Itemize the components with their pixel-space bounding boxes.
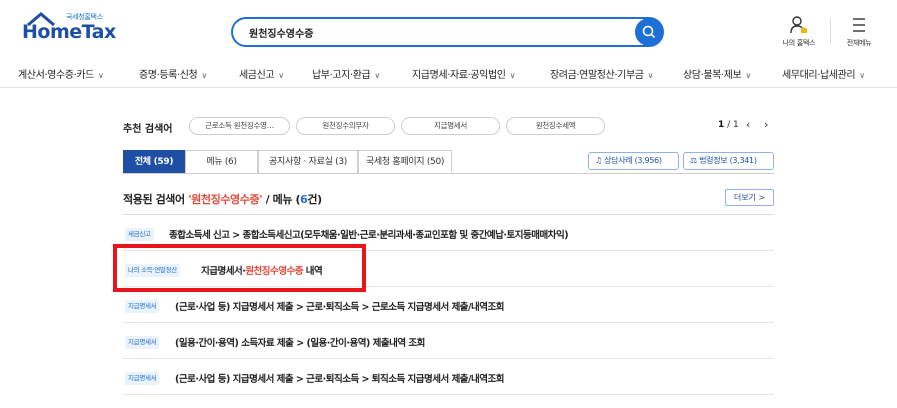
result-item[interactable]: 지급명세서 (근로·사업 등) 지급명세서 제출 > 근로·퇴직소득 > 퇴직소… xyxy=(123,359,774,395)
chevron-down-icon: ∨ xyxy=(97,71,104,80)
chevron-down-icon: ∨ xyxy=(374,71,380,80)
nav-item-incentive[interactable]: 장려금·연말정산·기부금 ∨ xyxy=(550,66,653,81)
result-link[interactable]: (근로·사업 등) 지급명세서 제출 > 근로·퇴직소득 > 근로소득 지급명세… xyxy=(175,299,504,313)
search-box[interactable]: 원천징수영수증 xyxy=(231,17,664,47)
search-button[interactable] xyxy=(635,18,663,46)
main-nav: 계산서·영수증·카드 ∨ 증명·등록·신청 ∨ 세금신고 ∨ 납부·고지·환급 ∨ 지급… xyxy=(0,62,897,88)
recommend-chip[interactable]: 근로소득 원천징수영… xyxy=(189,117,290,135)
nav-item-invoice[interactable]: 계산서·영수증·카드 ∨ xyxy=(18,66,104,81)
chevron-left-icon[interactable]: ‹ xyxy=(746,118,750,131)
more-button[interactable]: 더보기 > xyxy=(725,189,774,206)
nav-item-consult[interactable]: 상담·불복·제보 ∨ xyxy=(683,66,751,81)
category-tag: 지급명세서 xyxy=(125,336,160,349)
nav-item-payment[interactable]: 납부·고지·환급 ∨ xyxy=(312,66,380,81)
search-icon xyxy=(642,25,656,39)
nav-item-agent[interactable]: 세무대리·납세관리 ∨ xyxy=(782,66,865,81)
user-bell-icon xyxy=(790,16,807,34)
law-info-button[interactable]: ⚖ 법령정보 (3,341) xyxy=(683,152,774,170)
hamburger-icon xyxy=(853,18,865,32)
tab-menu[interactable]: 메뉴 (6) xyxy=(185,150,258,174)
full-menu-button[interactable]: 전체메뉴 xyxy=(834,15,884,49)
chevron-down-icon: ∨ xyxy=(201,71,207,80)
chevron-right-icon[interactable]: › xyxy=(764,118,768,131)
result-link[interactable]: 종합소득세 신고 > 종합소득세신고(모두채움·일반·근로·분리과세·종교인포함… xyxy=(169,227,569,241)
recommend-pager: 1 / 1 xyxy=(718,120,739,130)
recommend-chip[interactable]: 원천징수의무자 xyxy=(296,117,395,135)
consult-case-button[interactable]: ♫ 상담사례 (3,956) xyxy=(588,152,679,170)
result-link[interactable]: (일용·간이·용역) 소득자료 제출 > (일용·간이·용역) 제출내역 조회 xyxy=(175,335,425,349)
recommend-chip[interactable]: 지급명세서 xyxy=(401,117,500,135)
recommend-label: 추천 검색어 xyxy=(123,124,173,135)
tab-underline xyxy=(123,173,774,174)
logo-title: HomeTax xyxy=(22,21,116,43)
tab-all[interactable]: 전체 (59) xyxy=(123,150,185,174)
highlight-annotation-box xyxy=(113,244,366,292)
chevron-down-icon: ∨ xyxy=(859,71,865,80)
chevron-down-icon: ∨ xyxy=(745,71,751,80)
result-summary: 적용된 검색어 '원천징수영수증' / 메뉴 (6건) xyxy=(123,193,322,206)
nav-item-certificate[interactable]: 증명·등록·신청 ∨ xyxy=(139,66,207,81)
chevron-down-icon: ∨ xyxy=(647,71,654,80)
nav-item-tax-report[interactable]: 세금신고 ∨ xyxy=(239,66,284,81)
my-hometax-button[interactable]: 나의 홈택스 xyxy=(774,15,824,49)
recommend-chip[interactable]: 원천징수세액 xyxy=(506,117,605,135)
result-item[interactable]: 지급명세서 (일용·간이·용역) 소득자료 제출 > (일용·간이·용역) 제출… xyxy=(123,323,774,359)
nav-item-statement[interactable]: 지급명세·자료·공익법인 ∨ xyxy=(412,66,515,81)
gavel-icon: ⚖ xyxy=(690,156,697,165)
header-divider xyxy=(830,18,831,44)
category-tag: 지급명세서 xyxy=(125,300,160,313)
tab-notice[interactable]: 공지사항 · 자료실 (3) xyxy=(258,150,358,174)
tab-nts-homepage[interactable]: 국세청 홈페이지 (50) xyxy=(358,150,452,174)
my-hometax-label: 나의 홈택스 xyxy=(782,39,816,47)
headset-icon: ♫ xyxy=(595,156,602,165)
full-menu-label: 전체메뉴 xyxy=(846,39,872,47)
result-link[interactable]: (근로·사업 등) 지급명세서 제출 > 근로·퇴직소득 > 퇴직소득 지급명세… xyxy=(175,371,504,385)
chevron-down-icon: ∨ xyxy=(278,71,284,80)
hometax-logo[interactable]: 국세청홈택스 HomeTax xyxy=(22,12,132,48)
header: 국세청홈택스 HomeTax 원천징수영수증 나의 홈택스 전체메뉴 xyxy=(0,0,897,62)
search-input[interactable]: 원천징수영수증 xyxy=(249,25,313,40)
category-tag: 세금신고 xyxy=(125,228,154,241)
chevron-down-icon: ∨ xyxy=(509,71,516,80)
category-tag: 지급명세서 xyxy=(125,372,160,385)
result-item[interactable]: 지급명세서 (근로·사업 등) 지급명세서 제출 > 근로·퇴직소득 > 근로소… xyxy=(123,287,774,323)
